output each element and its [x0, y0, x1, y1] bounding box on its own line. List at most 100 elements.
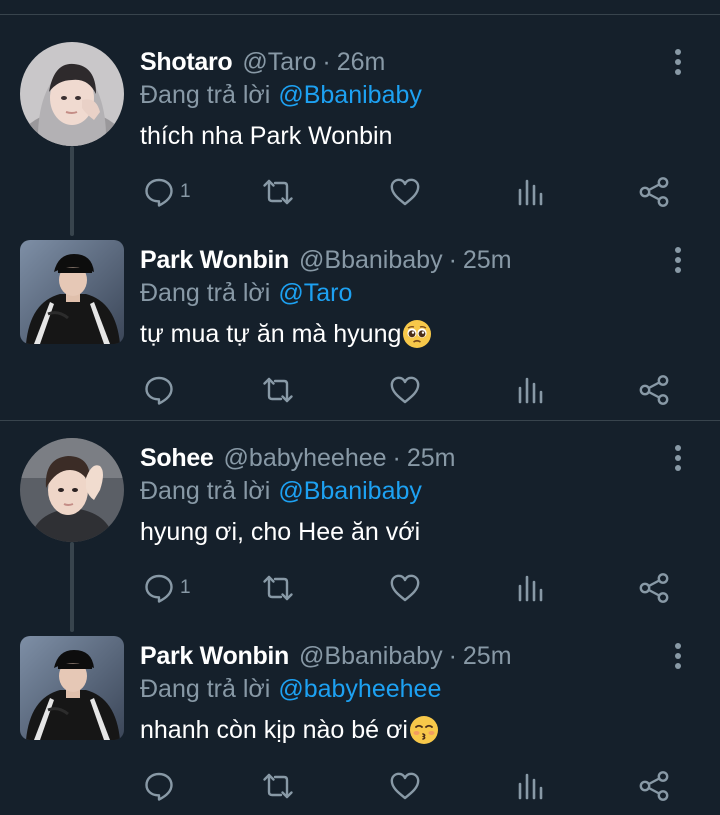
- mention-link[interactable]: @Bbanibaby: [278, 81, 422, 110]
- tweet-actions: 1: [140, 172, 700, 212]
- tweet-actions: [140, 370, 700, 410]
- avatar[interactable]: [20, 636, 124, 740]
- reply-button[interactable]: [142, 766, 180, 806]
- tweet-item[interactable]: Shotaro @Taro · 26m Đang trả lời @Bbanib…: [0, 42, 720, 239]
- retweet-button[interactable]: [261, 370, 295, 410]
- tweet-actions: 1: [140, 568, 700, 608]
- tweet-text: hyung ơi, cho Hee ăn với: [140, 514, 420, 550]
- like-button[interactable]: [388, 568, 422, 608]
- timestamp[interactable]: 25m: [463, 246, 512, 275]
- more-vertical-icon: [675, 49, 681, 55]
- share-icon: [639, 375, 669, 405]
- avatar[interactable]: [20, 438, 124, 542]
- display-name[interactable]: Park Wonbin: [140, 642, 289, 671]
- analytics-button[interactable]: [514, 172, 548, 212]
- pleading-face-emoji: [402, 319, 432, 349]
- tweet-item[interactable]: Park Wonbin @Bbanibaby · 25m Đang trả lờ…: [0, 240, 720, 437]
- analytics-button[interactable]: [514, 370, 548, 410]
- stats-icon: [518, 179, 543, 206]
- like-button[interactable]: [388, 172, 422, 212]
- reply-icon: [145, 772, 173, 801]
- separator-dot: ·: [448, 245, 457, 274]
- tweet-header: Sohee @babyheehee · 25m: [140, 440, 456, 476]
- mention-link[interactable]: @Bbanibaby: [278, 477, 422, 506]
- tweet-text-content: thích nha Park Wonbin: [140, 121, 393, 150]
- profile-photo-gray-hoodie: [20, 42, 124, 146]
- conversation-timeline: Shotaro @Taro · 26m Đang trả lời @Bbanib…: [0, 0, 720, 815]
- heart-icon: [390, 574, 420, 602]
- analytics-button[interactable]: [514, 568, 548, 608]
- heart-icon: [390, 178, 420, 206]
- display-name[interactable]: Shotaro: [140, 48, 233, 77]
- display-name[interactable]: Sohee: [140, 444, 214, 473]
- stats-icon: [518, 377, 543, 404]
- share-icon: [639, 573, 669, 603]
- profile-photo-hand-selfie: [20, 438, 124, 542]
- reply-icon: [145, 376, 173, 405]
- reply-button[interactable]: [142, 370, 180, 410]
- tweet-item[interactable]: Sohee @babyheehee · 25m Đang trả lời @Bb…: [0, 438, 720, 635]
- separator-dot: ·: [322, 47, 331, 76]
- user-handle[interactable]: @Bbanibaby: [299, 246, 443, 275]
- replying-to: Đang trả lời @Bbanibaby: [140, 77, 422, 113]
- replying-to-label: Đang trả lời: [140, 674, 271, 703]
- mention-link[interactable]: @Taro: [278, 279, 352, 308]
- retweet-button[interactable]: [261, 568, 295, 608]
- user-handle[interactable]: @Bbanibaby: [299, 642, 443, 671]
- retweet-icon: [263, 575, 293, 601]
- replying-to-label: Đang trả lời: [140, 278, 271, 307]
- display-name[interactable]: Park Wonbin: [140, 246, 289, 275]
- share-button[interactable]: [637, 370, 671, 410]
- profile-photo-black-cap-jacket: [20, 240, 124, 344]
- profile-photo-black-cap-jacket: [20, 636, 124, 740]
- top-divider: [0, 14, 720, 15]
- tweet-header: Shotaro @Taro · 26m: [140, 44, 385, 80]
- stats-icon: [518, 773, 543, 800]
- more-options-button[interactable]: [666, 442, 690, 474]
- stats-icon: [518, 575, 543, 602]
- more-vertical-icon: [675, 445, 681, 451]
- timestamp[interactable]: 26m: [337, 48, 386, 77]
- separator-dot: ·: [392, 443, 401, 472]
- reply-button[interactable]: 1: [142, 568, 191, 608]
- tweet-header: Park Wonbin @Bbanibaby · 25m: [140, 242, 512, 278]
- more-vertical-icon: [675, 643, 681, 649]
- separator-dot: ·: [448, 641, 457, 670]
- more-options-button[interactable]: [666, 46, 690, 78]
- retweet-icon: [263, 179, 293, 205]
- more-options-button[interactable]: [666, 640, 690, 672]
- share-icon: [639, 177, 669, 207]
- timestamp[interactable]: 25m: [463, 642, 512, 671]
- more-vertical-icon: [675, 247, 681, 253]
- avatar[interactable]: [20, 240, 124, 344]
- reply-count: 1: [180, 181, 191, 202]
- user-handle[interactable]: @Taro: [242, 48, 316, 77]
- replying-to: Đang trả lời @Taro: [140, 275, 352, 311]
- share-button[interactable]: [637, 766, 671, 806]
- replying-to: Đang trả lời @Bbanibaby: [140, 473, 422, 509]
- share-button[interactable]: [637, 172, 671, 212]
- tweet-text: thích nha Park Wonbin: [140, 118, 392, 154]
- retweet-icon: [263, 773, 293, 799]
- like-button[interactable]: [388, 766, 422, 806]
- tweet-item[interactable]: Park Wonbin @Bbanibaby · 25m Đang trả lờ…: [0, 636, 720, 815]
- tweet-text-content: tự mua tự ăn mà hyung: [140, 319, 402, 348]
- reply-count: 1: [180, 577, 191, 598]
- tweet-actions: [140, 766, 700, 806]
- timestamp[interactable]: 25m: [407, 444, 456, 473]
- reply-button[interactable]: 1: [142, 172, 191, 212]
- share-button[interactable]: [637, 568, 671, 608]
- share-icon: [639, 771, 669, 801]
- more-options-button[interactable]: [666, 244, 690, 276]
- retweet-button[interactable]: [261, 172, 295, 212]
- mention-link[interactable]: @babyheehee: [278, 675, 441, 704]
- analytics-button[interactable]: [514, 766, 548, 806]
- like-button[interactable]: [388, 370, 422, 410]
- retweet-button[interactable]: [261, 766, 295, 806]
- heart-icon: [390, 376, 420, 404]
- replying-to-label: Đang trả lời: [140, 80, 271, 109]
- reply-icon: [145, 574, 173, 603]
- user-handle[interactable]: @babyheehee: [224, 444, 387, 473]
- avatar[interactable]: [20, 42, 124, 146]
- heart-icon: [390, 772, 420, 800]
